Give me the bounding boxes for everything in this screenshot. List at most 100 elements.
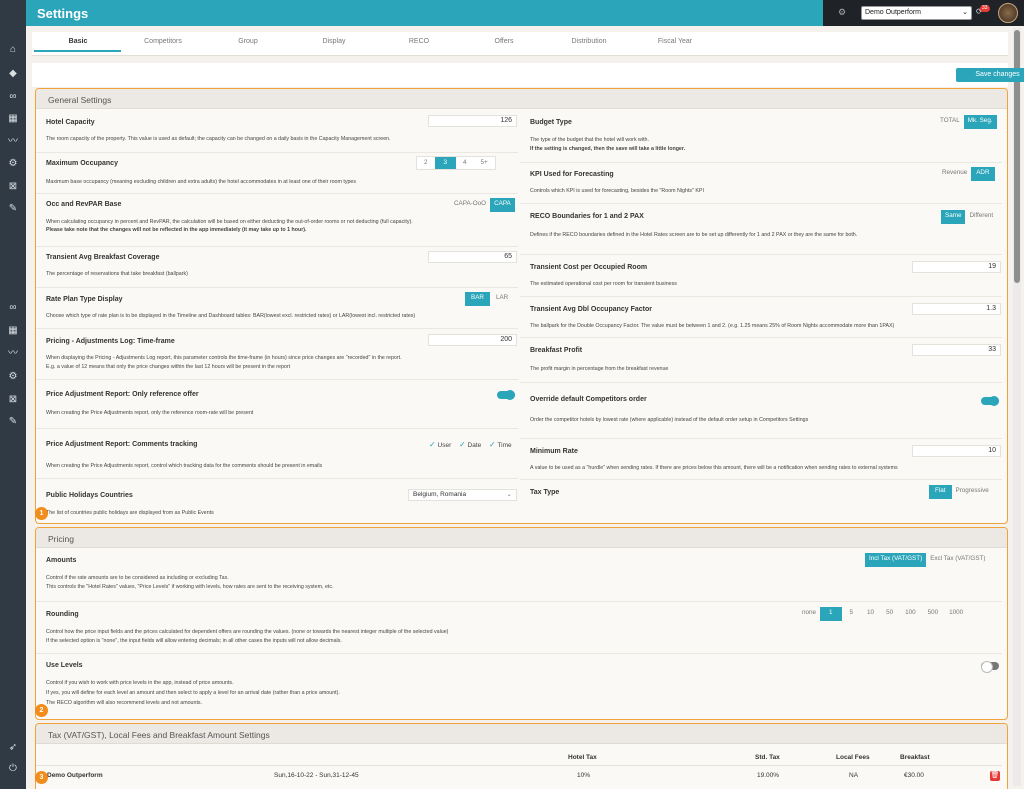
option-total[interactable]: TOTAL: [936, 115, 964, 129]
tab-display[interactable]: Display: [294, 38, 374, 45]
checkbox-date[interactable]: ✓ Date: [459, 440, 481, 449]
panel-title: Pricing: [48, 534, 74, 544]
option-1000[interactable]: 1000: [944, 607, 968, 621]
checkbox-user[interactable]: ✓ User: [429, 440, 451, 449]
option-10[interactable]: 10: [861, 607, 880, 621]
price-adj-ref-toggle[interactable]: [497, 390, 515, 400]
min-rate-input[interactable]: 10: [912, 445, 1001, 457]
rocket-icon[interactable]: ➶: [7, 742, 19, 754]
save-button[interactable]: Save changes: [956, 68, 1024, 82]
setting-price-adj-comments: Price Adjustment Report: Comments tracki…: [36, 429, 518, 479]
setting-title: Minimum Rate: [530, 448, 578, 455]
row-breakfast: €30.00: [904, 772, 924, 779]
holidays-dropdown[interactable]: Belgium, Romania ⌄: [408, 489, 517, 501]
option-none[interactable]: none: [798, 607, 820, 621]
gear-icon[interactable]: ⚙: [7, 158, 19, 170]
tab-competitors[interactable]: Competitors: [123, 38, 203, 45]
wrench-icon[interactable]: ✎: [7, 203, 19, 215]
setting-dbl-factor: Transient Avg Dbl Occupancy Factor 1.3 T…: [520, 297, 1002, 338]
option-adr[interactable]: ADR: [971, 167, 995, 181]
option-50[interactable]: 50: [880, 607, 899, 621]
setting-title: Amounts: [46, 557, 77, 564]
checkbox-time[interactable]: ✓ Time: [489, 440, 512, 449]
option-500[interactable]: 500: [922, 607, 945, 621]
option-100[interactable]: 100: [899, 607, 922, 621]
option-lar[interactable]: LAR: [490, 292, 514, 306]
option-revenue[interactable]: Revenue: [938, 167, 971, 181]
setting-occ-revpar: Occ and RevPAR Base CAPA-OoO CAPA When c…: [36, 194, 518, 247]
col-std-tax: Std. Tax: [755, 754, 780, 761]
tab-distribution[interactable]: Distribution: [549, 38, 629, 45]
setting-min-rate: Minimum Rate 10 A value to be used as a …: [520, 439, 1002, 480]
option-different[interactable]: Different: [965, 210, 997, 224]
option-5[interactable]: 5: [842, 607, 862, 621]
setting-desc-2: If the selected option is "none", the in…: [46, 638, 342, 644]
table-icon[interactable]: ▦: [7, 113, 19, 125]
hotel-select[interactable]: Demo Outperform ⌄: [861, 6, 972, 20]
trend-chart-icon[interactable]: 〰: [7, 136, 19, 148]
budget-type-selector: TOTAL Mk. Seg.: [936, 115, 997, 129]
breakfast-coverage-input[interactable]: 65: [428, 251, 517, 263]
option-capa-ooo[interactable]: CAPA-OoO: [450, 198, 490, 212]
option-excl-tax[interactable]: Excl Tax (VAT/GST): [926, 553, 989, 567]
pricing-log-input[interactable]: 200: [428, 334, 517, 346]
avatar[interactable]: [998, 3, 1018, 23]
setting-desc: The ballpark for the Double Occupancy Fa…: [530, 323, 895, 329]
option-mk-seg[interactable]: Mk. Seg.: [963, 115, 997, 129]
binoculars-icon-2[interactable]: ∞: [7, 302, 19, 314]
tab-group[interactable]: Group: [208, 38, 288, 45]
setting-desc: The type of the budget that the hotel wi…: [530, 137, 649, 143]
setting-title: Public Holidays Countries: [46, 492, 133, 499]
option-progressive[interactable]: Progressive: [952, 485, 993, 499]
setting-title: Use Levels: [46, 662, 83, 669]
wrench-icon-2[interactable]: ✎: [7, 416, 19, 428]
home-icon[interactable]: ⌂: [7, 44, 19, 56]
option-same[interactable]: Same: [941, 210, 966, 224]
tab-fiscal-year[interactable]: Fiscal Year: [635, 38, 715, 45]
page-scrollbar[interactable]: [1013, 28, 1021, 786]
hotel-capacity-input[interactable]: 126: [428, 115, 517, 127]
transient-cost-input[interactable]: 19: [912, 261, 1001, 273]
trend-chart-icon-2[interactable]: 〰: [7, 348, 19, 360]
setting-desc-bold: If the setting is changed, then the save…: [530, 146, 686, 152]
gear-icon-2[interactable]: ⚙: [7, 371, 19, 383]
chevron-down-icon: ⌄: [506, 491, 512, 498]
use-levels-toggle[interactable]: [981, 661, 999, 673]
option-2[interactable]: 2: [417, 157, 435, 169]
tab-offers[interactable]: Offers: [464, 38, 544, 45]
table-icon-2[interactable]: ▦: [7, 325, 19, 337]
setting-holidays: Public Holidays Countries Belgium, Roman…: [36, 479, 518, 523]
dbl-factor-input[interactable]: 1.3: [912, 303, 1001, 315]
report-icon-2[interactable]: ⊠: [7, 394, 19, 406]
tab-basic[interactable]: Basic: [38, 38, 118, 45]
option-flat[interactable]: Flat: [929, 485, 952, 499]
general-settings-panel: General Settings Hotel Capacity 126 The …: [35, 88, 1008, 524]
option-3[interactable]: 3: [434, 157, 457, 169]
dropdown-value: Belgium, Romania: [413, 491, 467, 498]
report-icon[interactable]: ⊠: [7, 181, 19, 193]
binoculars-icon[interactable]: ∞: [7, 91, 19, 103]
option-incl-tax[interactable]: Incl Tax (VAT/GST): [865, 553, 927, 567]
check-label: Time: [497, 442, 512, 449]
option-5-plus[interactable]: 5+: [474, 157, 495, 169]
notification-badge: 33: [980, 5, 990, 12]
header-user-area: ⚙ Demo Outperform ⌄ ⟳ 33: [823, 0, 1024, 26]
option-bar[interactable]: BAR: [465, 292, 490, 306]
tax-panel: Tax (VAT/GST), Local Fees and Breakfast …: [35, 723, 1008, 789]
setting-desc: Controls which KPI is used for forecasti…: [530, 188, 704, 194]
option-1[interactable]: 1: [820, 607, 842, 621]
option-4[interactable]: 4: [456, 157, 474, 169]
diamond-icon[interactable]: ◆: [7, 68, 19, 80]
option-capa[interactable]: CAPA: [490, 198, 515, 212]
setting-desc-3: The RECO algorithm will also recommend l…: [46, 700, 203, 706]
badge-icon[interactable]: ⚙: [838, 7, 846, 18]
trash-icon[interactable]: 🗑: [990, 771, 1000, 781]
table-divider: [36, 765, 1002, 766]
override-competitors-toggle[interactable]: [981, 396, 999, 406]
breakfast-profit-input[interactable]: 33: [912, 344, 1001, 356]
tab-reco[interactable]: RECO: [379, 38, 459, 45]
power-icon[interactable]: ⏻: [7, 763, 19, 775]
setting-desc: When calculating occupancy in percent an…: [46, 219, 413, 225]
tax-type-selector: Flat Progressive: [929, 485, 993, 499]
setting-title: Price Adjustment Report: Only reference …: [46, 391, 199, 398]
